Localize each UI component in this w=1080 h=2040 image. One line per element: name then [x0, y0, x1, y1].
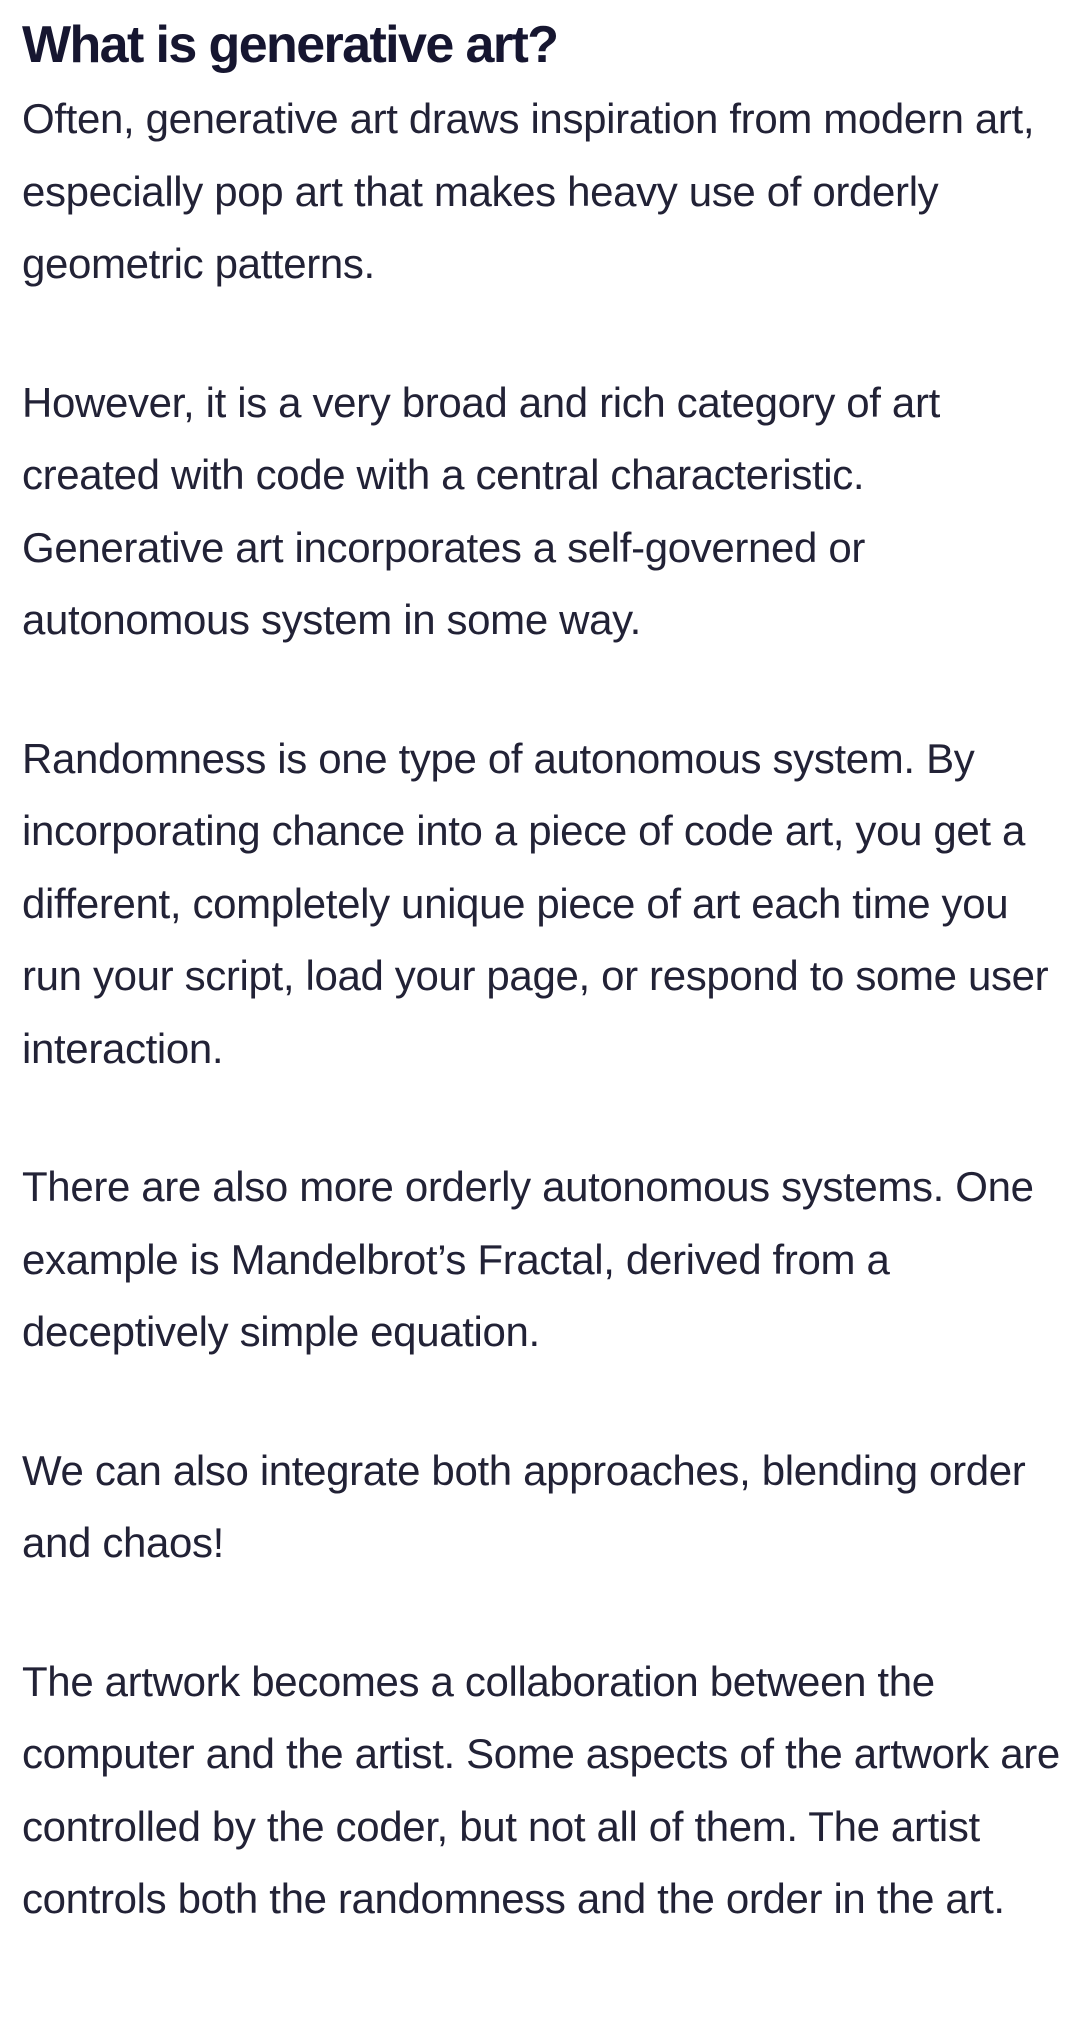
article-paragraph-3: Randomness is one type of autonomous sys…	[22, 734, 1049, 1072]
article-paragraph-1: Often, generative art draws inspiration …	[22, 95, 1035, 287]
article-title: What is generative art?	[22, 16, 559, 74]
article-paragraph-6: The artwork becomes a collaboration betw…	[22, 1657, 1060, 1923]
article-paragraph-5: We can also integrate both approaches, b…	[22, 1446, 1026, 1567]
article-paragraph-2: However, it is a very broad and rich cat…	[22, 378, 940, 644]
article-paragraph-4: There are also more orderly autonomous s…	[22, 1163, 1034, 1355]
article: What is generative art? Often, generativ…	[22, 0, 1062, 1936]
